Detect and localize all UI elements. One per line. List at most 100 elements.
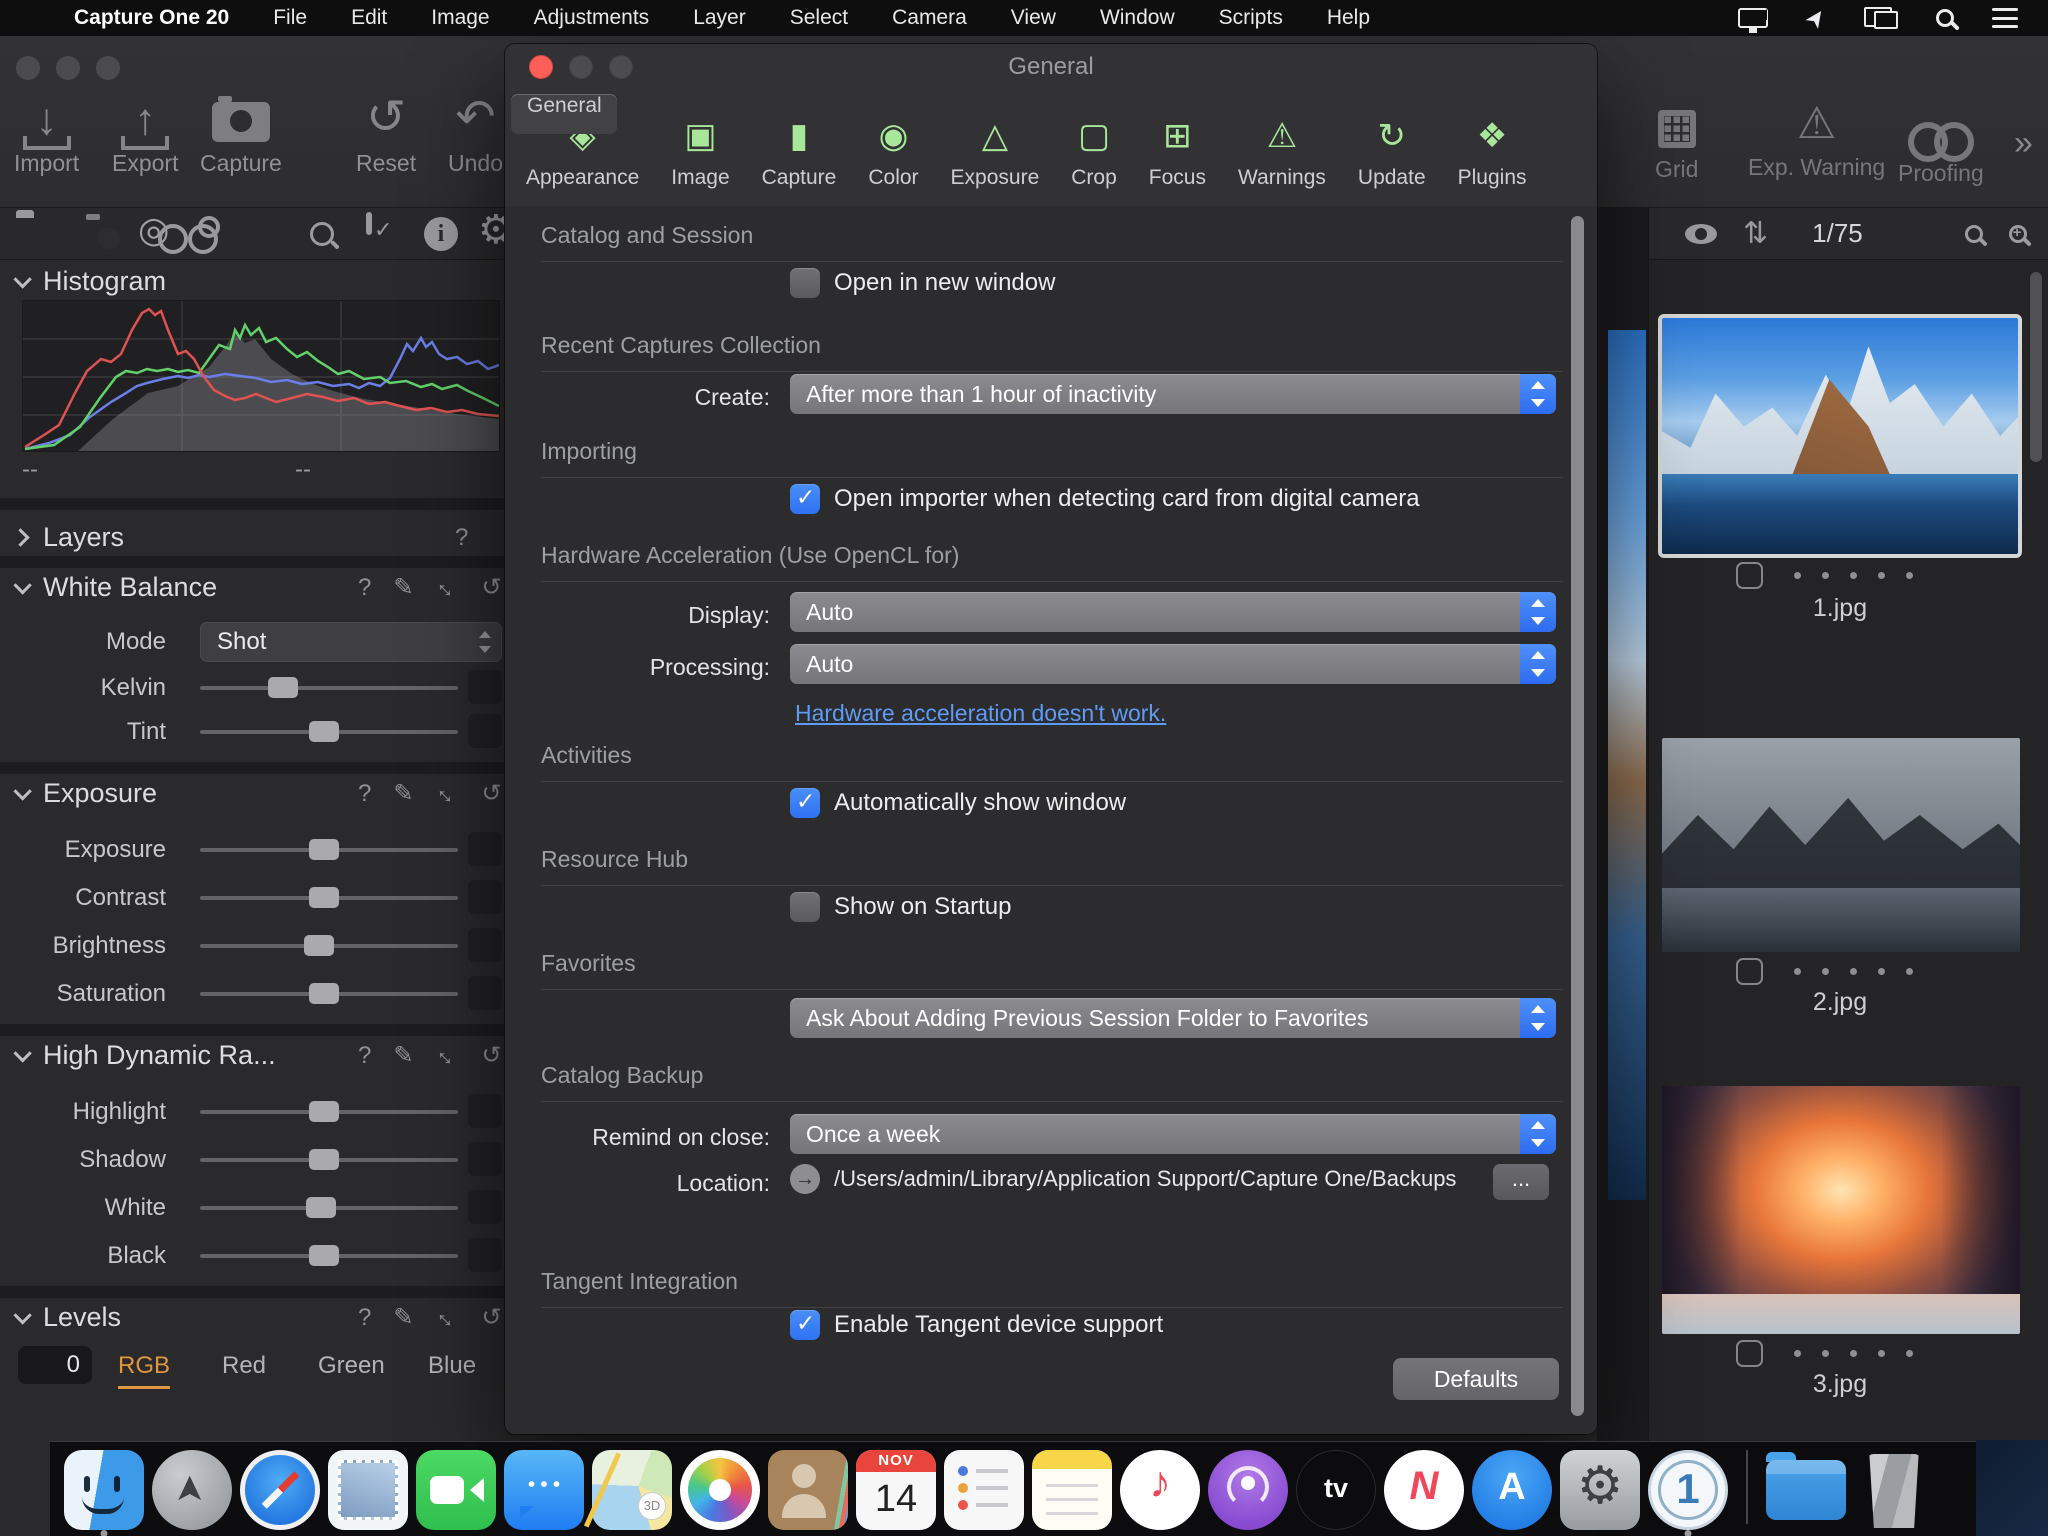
- remind-on-close-select[interactable]: Once a week: [790, 1114, 1556, 1154]
- dock-notes[interactable]: [1032, 1450, 1112, 1530]
- display-status-icon[interactable]: [1737, 8, 1768, 33]
- dock-facetime[interactable]: [416, 1450, 496, 1530]
- exposure-panel-header[interactable]: Exposure: [13, 778, 157, 809]
- dock-finder[interactable]: [64, 1450, 144, 1530]
- import-button[interactable]: ↓ Import: [14, 86, 79, 177]
- dock-appstore[interactable]: A: [1472, 1450, 1552, 1530]
- tab-image[interactable]: ▣ Image: [656, 94, 744, 198]
- brightness-slider[interactable]: [200, 935, 458, 956]
- auto-adjust-icon[interactable]: ✎: [393, 782, 413, 806]
- expand-icon[interactable]: ↔: [430, 570, 466, 606]
- screen-mirroring-icon[interactable]: [1864, 7, 1898, 29]
- dock-trash[interactable]: [1854, 1450, 1934, 1530]
- spotlight-search-icon[interactable]: [1936, 9, 1954, 27]
- thumbnail-1-checkbox[interactable]: [1736, 562, 1763, 589]
- exposure-warning-button[interactable]: ⚠ Exp. Warning: [1748, 90, 1885, 181]
- help-icon[interactable]: ?: [358, 1044, 371, 1068]
- menu-adjustments[interactable]: Adjustments: [534, 6, 650, 30]
- levels-channel-blue[interactable]: Blue: [428, 1352, 476, 1380]
- white-value-box[interactable]: [468, 1190, 502, 1224]
- dock-maps[interactable]: [592, 1450, 672, 1530]
- grid-button[interactable]: Grid: [1655, 92, 1698, 183]
- tab-focus[interactable]: ⊞ Focus: [1134, 94, 1221, 198]
- processing-select[interactable]: Auto: [790, 644, 1556, 684]
- capture-button[interactable]: Capture: [200, 86, 282, 177]
- black-slider[interactable]: [200, 1245, 458, 1266]
- exposure-value-box[interactable]: [468, 832, 502, 866]
- sort-icon[interactable]: ⇅: [1743, 218, 1768, 249]
- eye-filter-icon[interactable]: [1685, 223, 1717, 244]
- hdr-panel-header[interactable]: High Dynamic Ra...: [13, 1040, 276, 1071]
- browse-location-button[interactable]: ...: [1493, 1164, 1549, 1200]
- highlight-value-box[interactable]: [468, 1094, 502, 1128]
- auto-adjust-icon[interactable]: ✎: [393, 1306, 413, 1330]
- window-minimize-button[interactable]: [56, 56, 80, 80]
- dock-safari[interactable]: [240, 1450, 320, 1530]
- toolbar-overflow-icon[interactable]: »: [2014, 124, 2033, 163]
- dock-messages[interactable]: [504, 1450, 584, 1530]
- expand-icon[interactable]: ↔: [430, 1300, 466, 1336]
- thumbnail-1-filename[interactable]: 1.jpg: [1658, 594, 2022, 623]
- kelvin-value-box[interactable]: [468, 670, 502, 704]
- display-select[interactable]: Auto: [790, 592, 1556, 632]
- thumbnail-2-checkbox[interactable]: [1736, 958, 1763, 985]
- highlight-slider[interactable]: [200, 1101, 458, 1122]
- shadow-slider[interactable]: [200, 1149, 458, 1170]
- menu-view[interactable]: View: [1011, 6, 1056, 30]
- tab-exposure[interactable]: △ Exposure: [936, 94, 1055, 198]
- defaults-button[interactable]: Defaults: [1393, 1358, 1559, 1400]
- saturation-value-box[interactable]: [468, 976, 502, 1010]
- tab-warnings[interactable]: ⚠ Warnings: [1223, 94, 1341, 198]
- histogram-panel-header[interactable]: Histogram: [13, 266, 166, 297]
- reset-adjust-icon[interactable]: ↺: [481, 782, 501, 806]
- black-value-box[interactable]: [468, 1238, 502, 1272]
- menu-edit[interactable]: Edit: [351, 6, 387, 30]
- app-menu[interactable]: Capture One 20: [74, 6, 229, 30]
- dock-podcasts[interactable]: [1208, 1450, 1288, 1530]
- dock-news[interactable]: N: [1384, 1450, 1464, 1530]
- dock-calendar[interactable]: NOV 14: [856, 1450, 936, 1530]
- window-zoom-button[interactable]: [96, 56, 120, 80]
- levels-channel-rgb[interactable]: RGB: [118, 1352, 171, 1389]
- expand-icon[interactable]: ↔: [430, 1038, 466, 1074]
- menu-help[interactable]: Help: [1327, 6, 1370, 30]
- menu-camera[interactable]: Camera: [892, 6, 967, 30]
- dock-music[interactable]: [1120, 1450, 1200, 1530]
- viewer-image-sliver[interactable]: [1608, 330, 1646, 1200]
- thumbnail-1-selected[interactable]: [1658, 314, 2022, 558]
- dialog-titlebar[interactable]: General: [505, 44, 1597, 88]
- adjustments-tool-tab[interactable]: [366, 212, 372, 235]
- contrast-slider[interactable]: [200, 887, 458, 908]
- levels-input-value[interactable]: 0: [18, 1346, 92, 1384]
- details-tool-tab[interactable]: [310, 222, 334, 251]
- window-close-button[interactable]: [16, 56, 40, 80]
- thumbnail-3[interactable]: [1662, 1086, 2020, 1334]
- reset-adjust-icon[interactable]: ↺: [481, 1306, 501, 1330]
- tint-value-box[interactable]: [468, 714, 502, 748]
- thumbnail-2-rating-dots[interactable]: [1794, 968, 1913, 975]
- tab-plugins[interactable]: ❖ Plugins: [1443, 94, 1542, 198]
- thumbnail-1-rating-dots[interactable]: [1794, 572, 1913, 579]
- undo-button[interactable]: ↶ Undo: [448, 86, 503, 177]
- dock-downloads[interactable]: [1766, 1450, 1846, 1530]
- dialog-scrollbar[interactable]: [1571, 216, 1584, 1416]
- levels-panel-header[interactable]: Levels: [13, 1302, 121, 1333]
- dock-system-preferences[interactable]: [1560, 1450, 1640, 1530]
- open-new-window-checkbox[interactable]: [790, 268, 820, 298]
- dock-contacts[interactable]: [768, 1450, 848, 1530]
- create-select[interactable]: After more than 1 hour of inactivity: [790, 374, 1556, 414]
- layers-panel-header[interactable]: Layers: [11, 522, 124, 553]
- brightness-value-box[interactable]: [468, 928, 502, 962]
- auto-adjust-icon[interactable]: ✎: [393, 1044, 413, 1068]
- show-on-startup-checkbox[interactable]: [790, 892, 820, 922]
- help-icon[interactable]: ?: [358, 782, 371, 806]
- dock-launchpad[interactable]: [152, 1450, 232, 1530]
- hardware-help-link[interactable]: Hardware acceleration doesn't work.: [795, 700, 1166, 727]
- contrast-value-box[interactable]: [468, 880, 502, 914]
- menu-list-icon[interactable]: [1992, 8, 2018, 28]
- metadata-tool-tab[interactable]: i: [424, 217, 458, 251]
- reset-adjust-icon[interactable]: ↺: [481, 576, 501, 600]
- tab-general[interactable]: ① General: [511, 94, 617, 134]
- exposure-slider[interactable]: [200, 839, 458, 860]
- white-balance-panel-header[interactable]: White Balance: [13, 572, 217, 603]
